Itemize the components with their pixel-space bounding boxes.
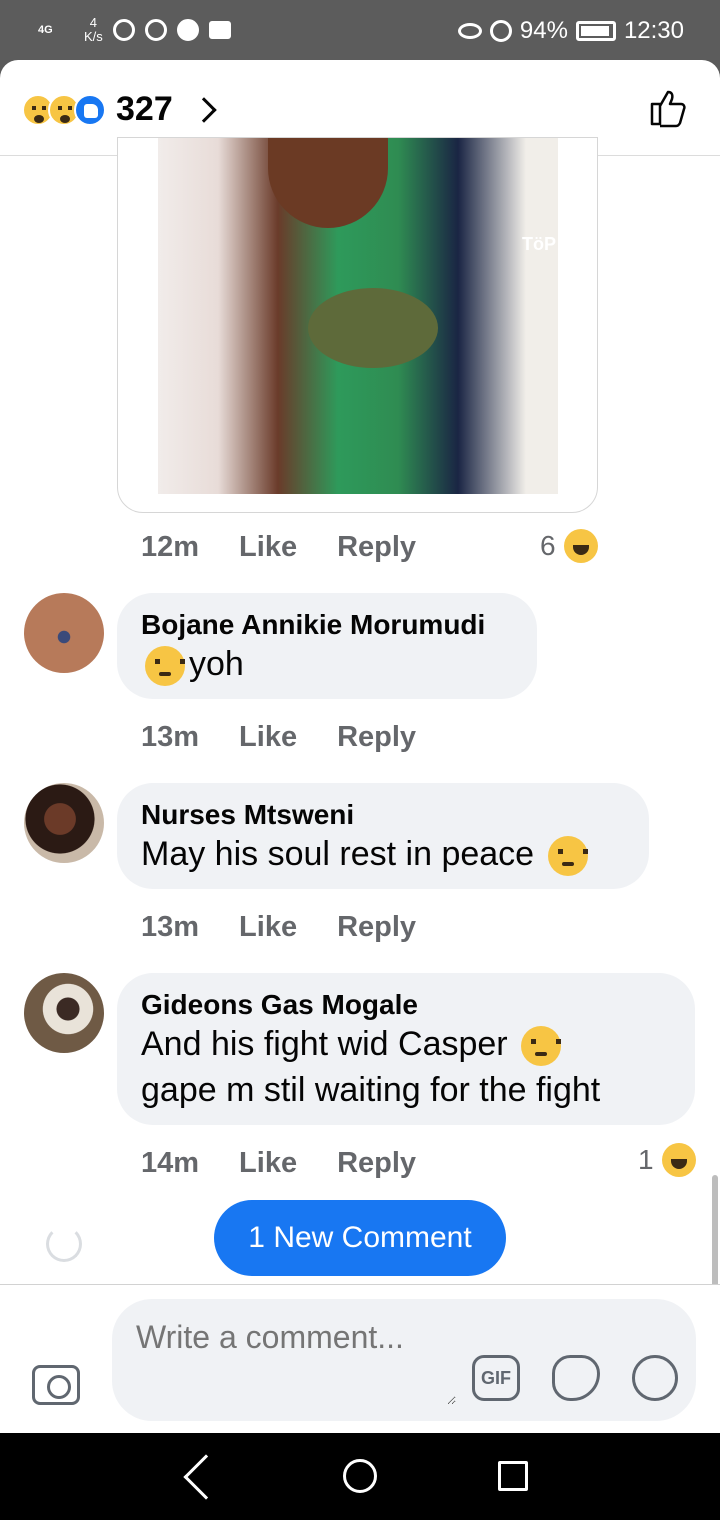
like-link[interactable]: Like bbox=[239, 911, 297, 944]
comment-actions: 13m Like Reply bbox=[141, 911, 456, 944]
new-comment-button[interactable]: 1 New Comment bbox=[214, 1200, 506, 1276]
loading-spinner-icon bbox=[46, 1226, 82, 1262]
comments-sheet: 327 TöP 12m Like Reply 6 Bojane Annikie … bbox=[0, 60, 720, 1433]
camera-icon[interactable] bbox=[32, 1365, 80, 1405]
haha-reaction-icon bbox=[563, 529, 598, 563]
avatar[interactable] bbox=[24, 973, 104, 1053]
comment-list[interactable]: TöP 12m Like Reply 6 Bojane Annikie Moru… bbox=[0, 137, 720, 1343]
comment-reactions[interactable]: 6 bbox=[540, 529, 598, 563]
avatar[interactable] bbox=[24, 593, 104, 673]
like-reaction-icon bbox=[74, 93, 106, 126]
clock: 12:30 bbox=[623, 17, 684, 44]
battery-icon bbox=[575, 21, 616, 41]
comment-reaction-count: 6 bbox=[540, 530, 556, 561]
comment-time: 14m bbox=[141, 1147, 200, 1179]
network-speed: 4 K/s bbox=[84, 16, 103, 44]
like-link[interactable]: Like bbox=[239, 531, 297, 564]
comment-bubble[interactable]: Gideons Gas Mogale And his fight wid Cas… bbox=[117, 973, 695, 1125]
eye-comfort-icon bbox=[457, 23, 482, 39]
network-speed-unit: K/s bbox=[84, 29, 103, 44]
like-post-button[interactable] bbox=[648, 88, 688, 128]
reaction-count: 327 bbox=[116, 90, 173, 128]
like-link[interactable]: Like bbox=[239, 721, 297, 754]
avatar[interactable] bbox=[24, 783, 104, 863]
home-icon[interactable] bbox=[343, 1459, 377, 1493]
network-speed-value: 4 bbox=[89, 15, 98, 30]
pensive-emoji-icon bbox=[547, 836, 588, 877]
comment-author[interactable]: Gideons Gas Mogale bbox=[141, 989, 671, 1021]
comment-actions: 13m Like Reply bbox=[141, 721, 456, 754]
comment-bubble[interactable]: Nurses Mtsweni May his soul rest in peac… bbox=[117, 783, 649, 889]
reply-link[interactable]: Reply bbox=[337, 911, 416, 944]
comment-actions: 12m Like Reply bbox=[141, 531, 456, 564]
system-nav-bar bbox=[0, 1433, 720, 1520]
haha-reaction-icon bbox=[661, 1143, 696, 1177]
status-left: 4G 4 K/s bbox=[38, 12, 231, 48]
reply-link[interactable]: Reply bbox=[337, 1147, 416, 1180]
comment-photo[interactable]: TöP bbox=[158, 138, 558, 494]
comment-author[interactable]: Nurses Mtsweni bbox=[141, 799, 625, 831]
comment-text: And his fight wid Casper gape m stil wai… bbox=[141, 1025, 601, 1109]
comment-time: 12m bbox=[141, 531, 200, 563]
chevron-right-icon bbox=[191, 96, 217, 123]
raised-eyebrow-emoji-icon bbox=[521, 1026, 562, 1067]
status-right: 94% 12:30 bbox=[457, 14, 684, 48]
comment-composer: GIF bbox=[0, 1284, 720, 1433]
network-indicator: 4G bbox=[38, 24, 53, 36]
like-link[interactable]: Like bbox=[239, 1147, 297, 1180]
comment-input[interactable] bbox=[136, 1315, 456, 1405]
comment-reactions[interactable]: 1 bbox=[638, 1143, 696, 1177]
app-notification-icon bbox=[112, 19, 135, 41]
opera-icon bbox=[144, 19, 167, 41]
comment-time: 13m bbox=[141, 911, 200, 943]
comment-actions: 14m Like Reply bbox=[141, 1147, 456, 1180]
comment-text: May his soul rest in peace bbox=[141, 831, 625, 877]
status-bar: 4G 4 K/s 94% 12:30 bbox=[0, 0, 720, 60]
comment-image-card[interactable]: TöP bbox=[117, 137, 598, 513]
comment-text: yoh bbox=[141, 641, 513, 687]
sticker-icon[interactable] bbox=[552, 1355, 600, 1401]
messenger-icon bbox=[176, 19, 199, 41]
emoji-icon[interactable] bbox=[632, 1355, 678, 1401]
reactions-summary[interactable]: 327 bbox=[22, 90, 217, 129]
reply-link[interactable]: Reply bbox=[337, 721, 416, 754]
battery-percent: 94% bbox=[519, 17, 568, 44]
comment-reaction-count: 1 bbox=[638, 1144, 654, 1175]
message-icon bbox=[208, 21, 231, 39]
shirt-logo-text: TöP bbox=[522, 234, 556, 254]
reply-link[interactable]: Reply bbox=[337, 531, 416, 564]
comment-input-wrapper[interactable]: GIF bbox=[112, 1299, 696, 1421]
alarm-icon bbox=[489, 20, 512, 42]
comment-author[interactable]: Bojane Annikie Morumudi bbox=[141, 609, 513, 641]
back-icon[interactable] bbox=[183, 1454, 229, 1500]
gif-button[interactable]: GIF bbox=[472, 1355, 520, 1401]
recent-apps-icon[interactable] bbox=[498, 1461, 528, 1491]
comment-time: 13m bbox=[141, 721, 200, 753]
crying-emoji-icon bbox=[145, 646, 185, 687]
comment-bubble[interactable]: Bojane Annikie Morumudi yoh bbox=[117, 593, 537, 699]
